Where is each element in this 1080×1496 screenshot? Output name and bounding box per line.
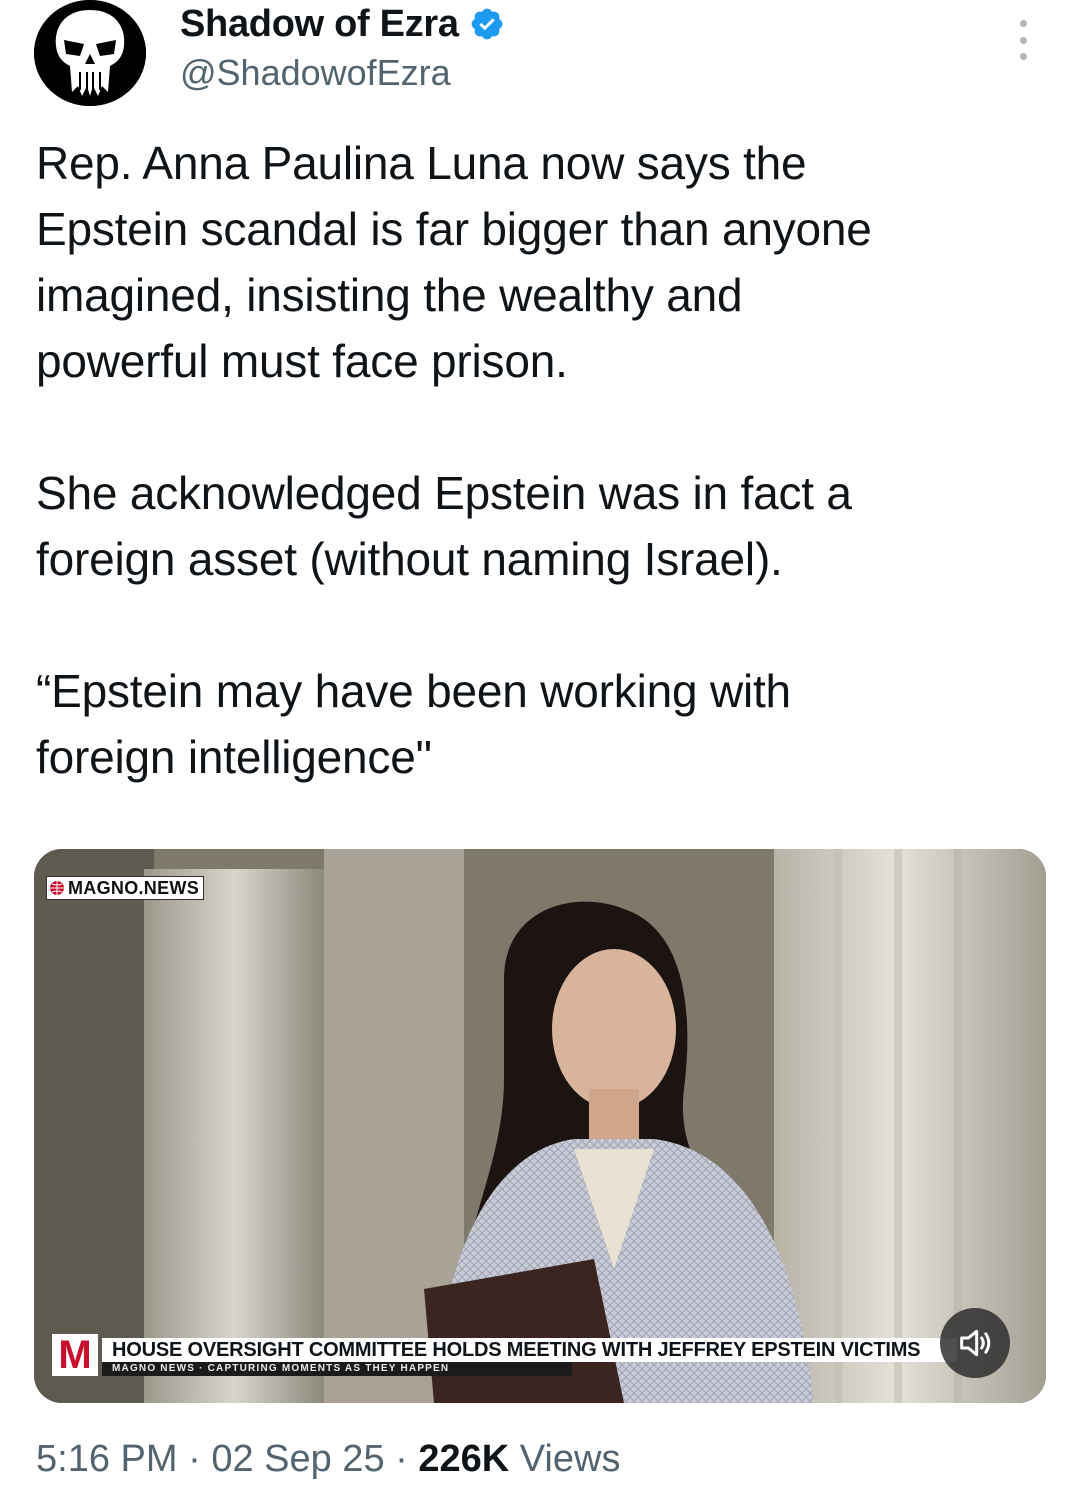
lower-third-headline: HOUSE OVERSIGHT COMMITTEE HOLDS MEETING …	[102, 1338, 957, 1362]
views-count[interactable]: 226K	[418, 1438, 509, 1480]
globe-icon	[50, 881, 64, 895]
magno-news-watermark: MAGNO.NEWS	[46, 876, 204, 900]
tweet-meta: 5:16 PM · 02 Sep 25 · 226K Views	[36, 1438, 620, 1481]
meta-separator: ·	[395, 1438, 408, 1480]
speaker-muted-icon	[960, 1329, 991, 1357]
tweet-date[interactable]: 02 Sep 25	[211, 1438, 384, 1480]
news-lower-third: M HOUSE OVERSIGHT COMMITTEE HOLDS MEETIN…	[52, 1334, 957, 1384]
author-display-name[interactable]: Shadow of Ezra	[180, 3, 459, 46]
tweet-text: Rep. Anna Paulina Luna now says the Epst…	[36, 137, 872, 783]
author-name-row[interactable]: Shadow of Ezra	[180, 0, 505, 48]
skull-avatar-icon	[34, 0, 146, 106]
mute-toggle-button[interactable]	[940, 1308, 1010, 1378]
magno-logo: M	[52, 1334, 98, 1376]
more-vertical-icon[interactable]	[1008, 20, 1038, 60]
tweet-video[interactable]: MAGNO.NEWS M HOUSE OVERSIGHT COMMITTEE H…	[34, 849, 1046, 1403]
views-label: Views	[519, 1438, 621, 1480]
more-dot	[1019, 53, 1027, 60]
verified-badge-icon	[471, 8, 503, 40]
more-dot	[1019, 20, 1027, 27]
author-handle[interactable]: @ShadowofEzra	[180, 52, 451, 94]
author-avatar[interactable]	[34, 0, 146, 106]
lower-third-subheadline: MAGNO NEWS · CAPTURING MOMENTS AS THEY H…	[102, 1362, 572, 1376]
meta-separator: ·	[188, 1438, 201, 1480]
tweet-time[interactable]: 5:16 PM	[36, 1438, 178, 1480]
watermark-text: MAGNO.NEWS	[68, 877, 199, 898]
more-dot	[1019, 36, 1027, 44]
video-frame	[34, 849, 1046, 1403]
